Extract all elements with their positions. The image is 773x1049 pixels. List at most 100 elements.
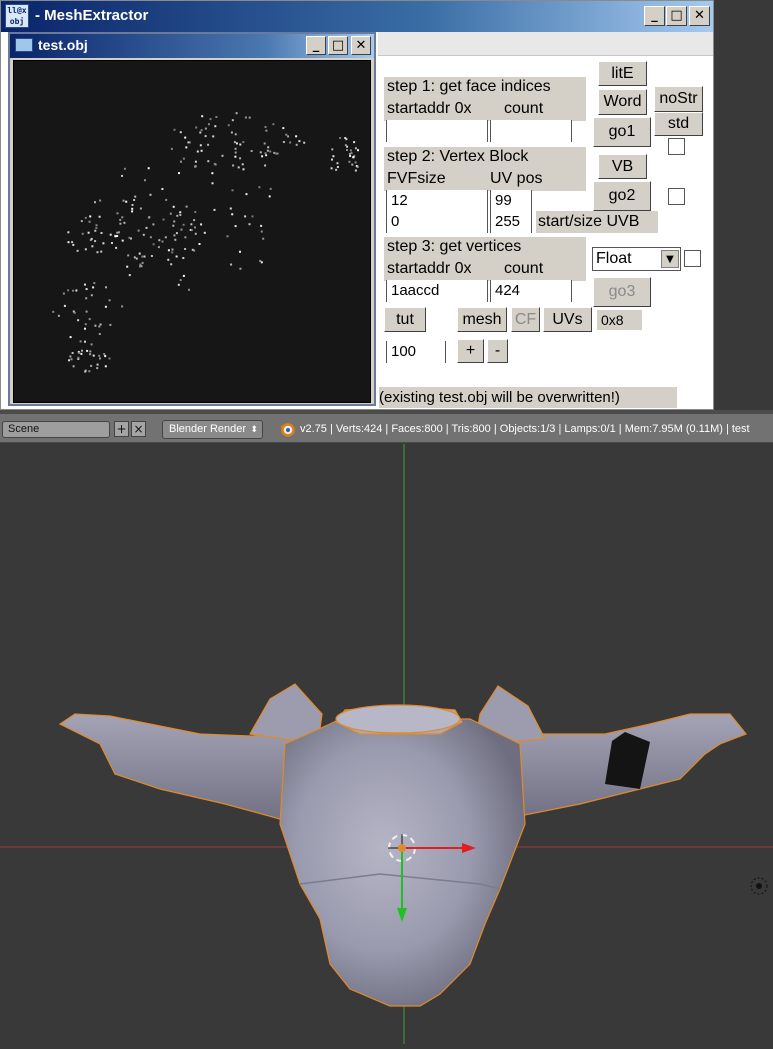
- point: [116, 212, 119, 215]
- offset-label: 0x8: [597, 310, 642, 330]
- step1-addr-input[interactable]: [386, 120, 488, 142]
- point: [150, 255, 153, 257]
- point: [265, 129, 268, 132]
- go2-button[interactable]: go2: [593, 181, 651, 211]
- point: [93, 282, 96, 284]
- point: [63, 304, 66, 307]
- point: [234, 133, 237, 136]
- point: [167, 258, 170, 261]
- std-button[interactable]: std: [654, 112, 703, 136]
- point: [108, 357, 111, 360]
- point: [157, 246, 160, 249]
- close-icon: ✕: [355, 38, 367, 53]
- minimize-button[interactable]: _: [644, 6, 665, 26]
- cf-button[interactable]: CF: [511, 307, 540, 332]
- point: [62, 292, 65, 295]
- uvb-size-input[interactable]: 255: [490, 211, 532, 233]
- uvs-button[interactable]: UVs: [543, 307, 592, 332]
- point: [349, 149, 352, 152]
- maximize-button[interactable]: □: [666, 6, 687, 26]
- point: [185, 146, 188, 149]
- child-window-testobj: test.obj _ □ ✕: [8, 32, 376, 406]
- uvb-start-input[interactable]: 0: [386, 211, 488, 233]
- point: [336, 166, 339, 168]
- point: [268, 195, 271, 198]
- point: [196, 150, 199, 153]
- 3d-viewport[interactable]: [0, 444, 773, 1044]
- nostr-button[interactable]: noStr: [654, 86, 703, 112]
- point: [275, 152, 278, 155]
- point: [226, 235, 229, 238]
- uv-pos-input[interactable]: 99: [490, 190, 532, 212]
- word-button[interactable]: Word: [598, 89, 647, 115]
- minus-button[interactable]: -: [487, 339, 508, 363]
- file-icon: [15, 38, 33, 52]
- point: [214, 125, 217, 128]
- point: [94, 201, 96, 204]
- point: [187, 141, 190, 144]
- point: [336, 162, 339, 165]
- point: [331, 158, 333, 161]
- point: [211, 182, 214, 185]
- point: [90, 237, 93, 240]
- go3-button[interactable]: go3: [593, 277, 651, 307]
- step1-count-input[interactable]: [490, 120, 572, 142]
- point: [123, 221, 126, 224]
- point: [173, 234, 176, 237]
- go2-checkbox[interactable]: [668, 188, 685, 205]
- child-maximize-button[interactable]: □: [328, 36, 348, 55]
- point: [111, 242, 113, 244]
- point: [195, 126, 198, 129]
- plus-button[interactable]: +: [457, 339, 484, 363]
- mesh-button[interactable]: mesh: [457, 307, 507, 332]
- point: [126, 265, 129, 268]
- point: [158, 239, 161, 242]
- point: [143, 255, 146, 258]
- point: [260, 230, 263, 233]
- point: [96, 363, 99, 366]
- step3-addr-input[interactable]: 1aaccd: [386, 280, 488, 302]
- point: [127, 254, 130, 257]
- type-select-value: Float: [596, 250, 632, 267]
- point: [354, 147, 357, 150]
- point: [204, 135, 207, 138]
- add-scene-button[interactable]: +: [114, 421, 129, 437]
- point: [331, 148, 334, 151]
- point: [353, 141, 356, 144]
- point: [295, 135, 298, 138]
- point: [94, 240, 97, 243]
- step3-count-input[interactable]: 424: [490, 280, 572, 302]
- point: [200, 129, 203, 132]
- close-button[interactable]: ✕: [689, 6, 710, 26]
- remove-scene-button[interactable]: ×: [131, 421, 146, 437]
- point: [81, 232, 84, 235]
- fvf-size-input[interactable]: 12: [386, 190, 488, 212]
- point: [357, 149, 359, 152]
- point: [92, 286, 95, 289]
- point: [260, 261, 263, 264]
- point-cloud-viewport[interactable]: [13, 60, 371, 403]
- type-select[interactable]: Float ▼: [592, 247, 681, 271]
- point: [234, 151, 237, 154]
- lite-button[interactable]: litE: [598, 61, 647, 86]
- zoom-input[interactable]: 100: [386, 341, 446, 363]
- point: [77, 356, 80, 359]
- render-engine-select[interactable]: Blender Render ⬍: [162, 420, 263, 439]
- overwrite-warning: (existing test.obj will be overwritten!): [379, 387, 677, 408]
- point: [203, 231, 206, 234]
- scene-stats: v2.75 | Verts:424 | Faces:800 | Tris:800…: [300, 423, 750, 435]
- child-close-button[interactable]: ✕: [351, 36, 371, 55]
- float-checkbox[interactable]: [684, 250, 701, 267]
- point: [95, 224, 98, 227]
- point: [145, 226, 148, 229]
- toolbar-strip: [378, 32, 713, 56]
- child-minimize-button[interactable]: _: [306, 36, 326, 55]
- meshextractor-titlebar: ll@x obj - MeshExtractor _ □ ✕: [1, 1, 713, 32]
- vb-button[interactable]: VB: [598, 154, 647, 179]
- go1-button[interactable]: go1: [593, 117, 651, 147]
- tut-button[interactable]: tut: [384, 307, 426, 332]
- point: [121, 305, 124, 308]
- step2-heading: step 2: Vertex Block: [387, 148, 529, 165]
- std-checkbox[interactable]: [668, 138, 685, 155]
- scene-selector[interactable]: Scene: [2, 421, 110, 438]
